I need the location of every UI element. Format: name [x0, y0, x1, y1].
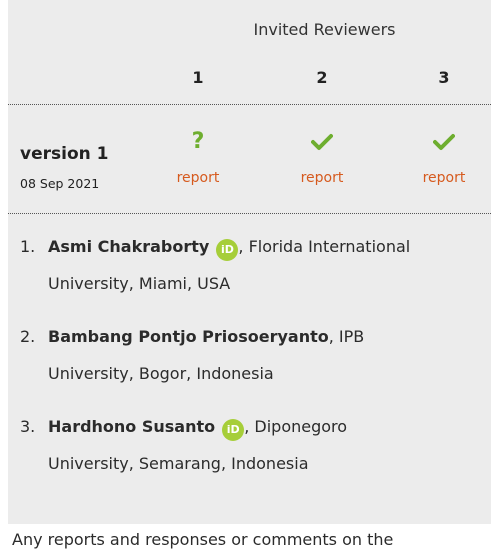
- reviewer-name[interactable]: Asmi Chakraborty: [48, 237, 209, 256]
- reviewer-column-2: 2: [316, 68, 328, 87]
- reviewer-affiliation: , IPB: [328, 327, 365, 346]
- reviewer-number: 2.: [20, 327, 36, 346]
- reviewer-name[interactable]: Bambang Pontjo Priosoeryanto: [48, 327, 329, 346]
- divider-top: [8, 104, 491, 105]
- reviewer-affiliation: , Florida International: [238, 237, 411, 256]
- divider-bottom: [8, 213, 491, 214]
- list-item: 3. Hardhono Susanto iD, Diponegoro Unive…: [20, 408, 490, 482]
- reviewer-affiliation-cont: University, Semarang, Indonesia: [48, 454, 309, 473]
- reviewer-affiliation: , Diponegoro: [244, 417, 348, 436]
- reviewer-status-panel: Invited Reviewers 1 2 3 version 1 08 Sep…: [8, 0, 491, 524]
- invited-reviewers-title: Invited Reviewers: [253, 20, 396, 39]
- reviewer-affiliation-cont: University, Miami, USA: [48, 274, 231, 293]
- orcid-icon[interactable]: iD: [222, 419, 245, 441]
- check-icon: [292, 128, 352, 156]
- footer-text: Any reports and responses or comments on…: [12, 530, 394, 549]
- reviewer-number: 3.: [20, 417, 36, 436]
- list-item: 2. Bambang Pontjo Priosoeryanto, IPB Uni…: [20, 318, 490, 392]
- report-link-1[interactable]: report: [158, 170, 238, 186]
- orcid-icon[interactable]: iD: [216, 239, 239, 261]
- reviewer-name[interactable]: Hardhono Susanto: [48, 417, 215, 436]
- reviewer-number: 1.: [20, 237, 36, 256]
- reviewer-affiliation-cont: University, Bogor, Indonesia: [48, 364, 274, 383]
- version-label: version 1: [20, 144, 109, 164]
- reviewer-column-3: 3: [438, 68, 450, 87]
- reviewer-column-1: 1: [192, 68, 204, 87]
- report-link-2[interactable]: report: [282, 170, 362, 186]
- question-icon: ?: [191, 129, 205, 154]
- version-date: 08 Sep 2021: [20, 176, 100, 191]
- report-link-3[interactable]: report: [404, 170, 484, 186]
- reviewer-list: 1. Asmi Chakraborty iD, Florida Internat…: [20, 228, 490, 498]
- list-item: 1. Asmi Chakraborty iD, Florida Internat…: [20, 228, 490, 302]
- check-icon: [414, 128, 474, 156]
